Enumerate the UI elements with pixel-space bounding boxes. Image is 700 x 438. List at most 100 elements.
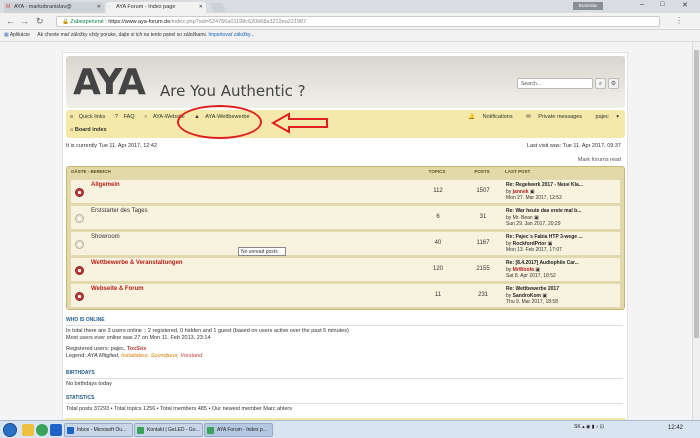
tab-aya-forum[interactable]: ▫ AYA Forum - Index page ✕ [106, 2, 206, 13]
current-time: It is currently Tue 11. Apr 2017, 12:42 [66, 143, 158, 149]
forum-name[interactable]: Showroom [91, 234, 120, 240]
url-bar[interactable]: 🔒 Zabezpečené | https://www.aya-forum.de… [56, 16, 660, 27]
header-posts: POSTS [474, 169, 490, 174]
by-label: by [506, 188, 512, 195]
forum-name[interactable]: Erststarter des Tages [91, 208, 148, 214]
forum-read-icon [75, 214, 84, 223]
system-tray[interactable]: SK ▴ ◉ ▮ ♪ ⊡ [574, 424, 604, 430]
forum-name[interactable]: Webseite & Forum [91, 286, 144, 292]
profile-badge[interactable]: Branislav Marko [573, 2, 603, 16]
forum-row-allgemein[interactable]: Allgemein 112 1507 Re: Regelwerk 2017 - … [70, 179, 621, 204]
tab-gmail[interactable]: M AYA - markobranislav@ ✕ [4, 2, 104, 13]
taskbar-item-chrome-kontakt[interactable]: Kontakt | GeLED - Go... [134, 423, 203, 437]
start-button[interactable] [3, 423, 17, 437]
search-input[interactable]: Search... [517, 78, 593, 89]
forum-posts: 1167 [476, 240, 490, 246]
page-viewport: AYA Are You Authentic ? Search... ⌕ ⚙ ≡ … [0, 42, 692, 421]
tray-icons[interactable]: ▴ ◉ ▮ ♪ ⊡ [582, 424, 604, 430]
faq-item[interactable]: ? FAQ [115, 114, 139, 120]
bookmarks-hint: Ak chcete mať záložky vždy poruke, dajte… [37, 32, 207, 38]
outlook-icon [67, 427, 74, 434]
chevron-down-icon: ▾ [616, 114, 619, 120]
view-post-icon[interactable]: ▣ [534, 215, 539, 221]
view-post-icon[interactable]: ▣ [535, 267, 540, 273]
forum-name[interactable]: Allgemein [91, 182, 120, 188]
apps-label[interactable]: Aplikácie [10, 32, 30, 38]
gmail-icon: M [6, 4, 11, 10]
forum-row-erststarter[interactable]: Erststarter des Tages 6 31 Re: War heute… [70, 205, 621, 230]
last-post-user[interactable]: SandroKom [513, 293, 541, 299]
forum-row-wettbewerbe[interactable]: Wettbewerbe & Veranstaltungen 120 2155 R… [70, 257, 621, 282]
windows-taskbar: Inbox - Microsoft Ou... Kontakt | GeLED … [0, 420, 700, 438]
view-post-icon[interactable]: ▣ [542, 293, 547, 299]
scrollbar-thumb[interactable] [694, 50, 699, 338]
forum-row-webseite[interactable]: Webseite & Forum 11 231 Re: Wettbewerbe … [70, 283, 621, 308]
forum-name[interactable]: Wettbewerbe & Veranstaltungen [91, 260, 183, 266]
quick-links-item[interactable]: ≡ Quick links [70, 114, 109, 120]
forum-topics: 11 [434, 292, 442, 298]
page-scrollbar[interactable] [692, 42, 700, 420]
breadcrumb[interactable]: ⌂ Board index [70, 127, 107, 133]
birthdays-section: BIRTHDAYS No birthdays today [66, 370, 623, 388]
user-menu[interactable]: pajec ▾ [590, 114, 619, 120]
back-icon[interactable]: ← [6, 16, 15, 26]
last-post-user[interactable]: jannek [513, 189, 529, 195]
last-post-user[interactable]: RockfordPrior [513, 241, 547, 247]
minimize-icon[interactable]: – [640, 1, 644, 8]
language-indicator[interactable]: SK [574, 424, 581, 430]
browser-tab-bar: M AYA - markobranislav@ ✕ ▫ AYA Forum - … [0, 0, 700, 16]
nav-user-links: 🔔 Notifications ✉ Private messages pajec… [456, 114, 619, 120]
forum-topics: 112 [433, 188, 443, 194]
taskbar-item-label: AYA Forum - Index p... [217, 427, 267, 433]
registered-users-label: Registered users: pajec, [66, 346, 126, 352]
forum-navbar: ≡ Quick links ? FAQ ○ AYA-Website ▲ AYA-… [66, 110, 625, 138]
last-post-user[interactable]: MrWoofa [513, 267, 534, 273]
registered-user[interactable]: ToxSox [127, 346, 146, 352]
import-bookmarks-link[interactable]: Importovať záložky... [208, 32, 254, 38]
forum-posts: 2155 [476, 266, 490, 272]
search-icon: ⌕ [598, 81, 603, 87]
view-post-icon[interactable]: ▣ [530, 189, 535, 195]
legend-group[interactable]: Installateur, [121, 353, 149, 359]
faq-label: FAQ [123, 114, 135, 120]
last-post-date: Mon 27. Mar 2017, 12:52 [506, 195, 562, 201]
new-tab-button[interactable] [210, 3, 226, 12]
chrome-icon[interactable] [36, 424, 48, 436]
taskbar-clock[interactable]: 12:42 [668, 425, 683, 431]
advanced-search-button[interactable]: ⚙ [608, 78, 619, 89]
legend-group[interactable]: Soundjuror, [151, 353, 179, 359]
private-messages-item[interactable]: ✉ Private messages [520, 114, 582, 120]
explorer-icon[interactable] [22, 424, 34, 436]
forward-icon[interactable]: → [20, 16, 29, 26]
bookmarks-bar: ▦ Aplikácie Ak chcete mať záložky vždy p… [0, 30, 700, 42]
search-button[interactable]: ⌕ [595, 78, 606, 89]
forum-topics: 40 [434, 240, 442, 246]
mark-forums-read-link[interactable]: Mark forums read [578, 157, 621, 163]
reload-icon[interactable]: ↻ [36, 16, 44, 26]
forum-logo[interactable]: AYA [73, 63, 146, 103]
forum-read-icon [75, 240, 84, 249]
close-icon[interactable]: ✕ [97, 2, 101, 13]
close-icon[interactable]: ✕ [199, 2, 203, 13]
forum-row-showroom[interactable]: Showroom 40 1167 Re: Pajec`s Fabia HTP 3… [70, 231, 621, 256]
forum-posts: 31 [479, 214, 487, 220]
forum-unread-icon [75, 266, 84, 275]
legend-group[interactable]: Vorstand [180, 353, 202, 359]
menu-icon[interactable]: ⋮ [675, 16, 683, 26]
legend-group[interactable]: AYA Mitglied, [87, 353, 119, 359]
last-post: Re: War heute das erste mal b... by Mr. … [506, 208, 621, 228]
last-post-date: Thu 9. Mar 2017, 18:58 [506, 299, 558, 305]
last-post-user[interactable]: Mr. Bean [513, 215, 533, 221]
by-label: by [506, 266, 512, 273]
bell-icon: 🔔 [468, 114, 476, 120]
notifications-item[interactable]: 🔔 Notifications [462, 114, 512, 120]
maximize-icon[interactable]: □ [660, 1, 664, 8]
forum-unread-icon [75, 292, 84, 301]
taskbar-item-outlook[interactable]: Inbox - Microsoft Ou... [64, 423, 133, 437]
who-is-online-heading[interactable]: WHO IS ONLINE [66, 317, 623, 324]
outlook-pin-icon[interactable] [50, 424, 62, 436]
close-window-icon[interactable]: ✕ [682, 1, 688, 9]
tab-label: AYA - markobranislav@ [14, 4, 72, 10]
view-post-icon[interactable]: ▣ [548, 241, 553, 247]
taskbar-item-chrome-aya[interactable]: AYA Forum - Index p... [204, 423, 273, 437]
